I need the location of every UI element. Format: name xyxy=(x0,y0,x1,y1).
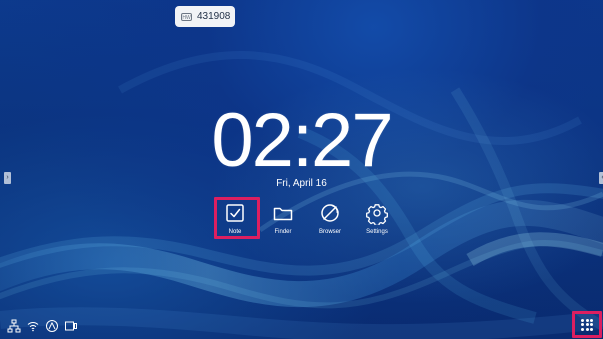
screen-share-icon[interactable] xyxy=(64,319,78,333)
note-app-label: Note xyxy=(228,229,242,235)
settings-icon xyxy=(366,204,388,225)
clock-date: Fri, April 16 xyxy=(276,178,327,189)
clock-time: 02:27 xyxy=(211,98,393,183)
settings-app-label: Settings xyxy=(366,229,388,235)
browser-app-button[interactable]: Browser xyxy=(310,199,350,239)
app-grid-dot xyxy=(590,327,593,331)
desktop-screen: HW 431908 › ‹ 02:27 Fri, April 16 Note F… xyxy=(0,0,603,339)
app-grid-dot xyxy=(590,323,593,326)
finder-app-label: Finder xyxy=(274,229,292,235)
app-grid-dot xyxy=(581,327,584,331)
note-icon xyxy=(226,204,244,222)
app-grid-icon xyxy=(581,318,593,331)
app-grid-dot xyxy=(585,327,589,331)
room-code-value: 431908 xyxy=(197,11,231,22)
wifi-icon[interactable] xyxy=(26,319,40,333)
folder-icon xyxy=(273,207,293,221)
room-code-icon: HW xyxy=(181,12,192,21)
app-grid-dot xyxy=(585,318,589,322)
status-bar xyxy=(7,318,78,333)
note-app-button[interactable]: Note xyxy=(215,199,255,239)
assistant-icon[interactable] xyxy=(45,319,59,333)
network-icon[interactable] xyxy=(7,319,21,333)
finder-app-button[interactable]: Finder xyxy=(263,199,303,239)
quick-apps: Note Finder Browser Settings xyxy=(220,199,392,239)
app-grid-dot xyxy=(585,323,589,326)
app-grid-button[interactable] xyxy=(572,311,602,338)
browser-app-label: Browser xyxy=(318,229,341,235)
room-code-badge[interactable]: HW 431908 xyxy=(175,6,235,27)
app-grid-dot xyxy=(581,318,584,322)
app-grid-dot xyxy=(581,323,584,326)
browser-icon xyxy=(321,204,339,222)
app-grid-dot xyxy=(590,318,593,322)
settings-app-button[interactable]: Settings xyxy=(357,199,397,239)
